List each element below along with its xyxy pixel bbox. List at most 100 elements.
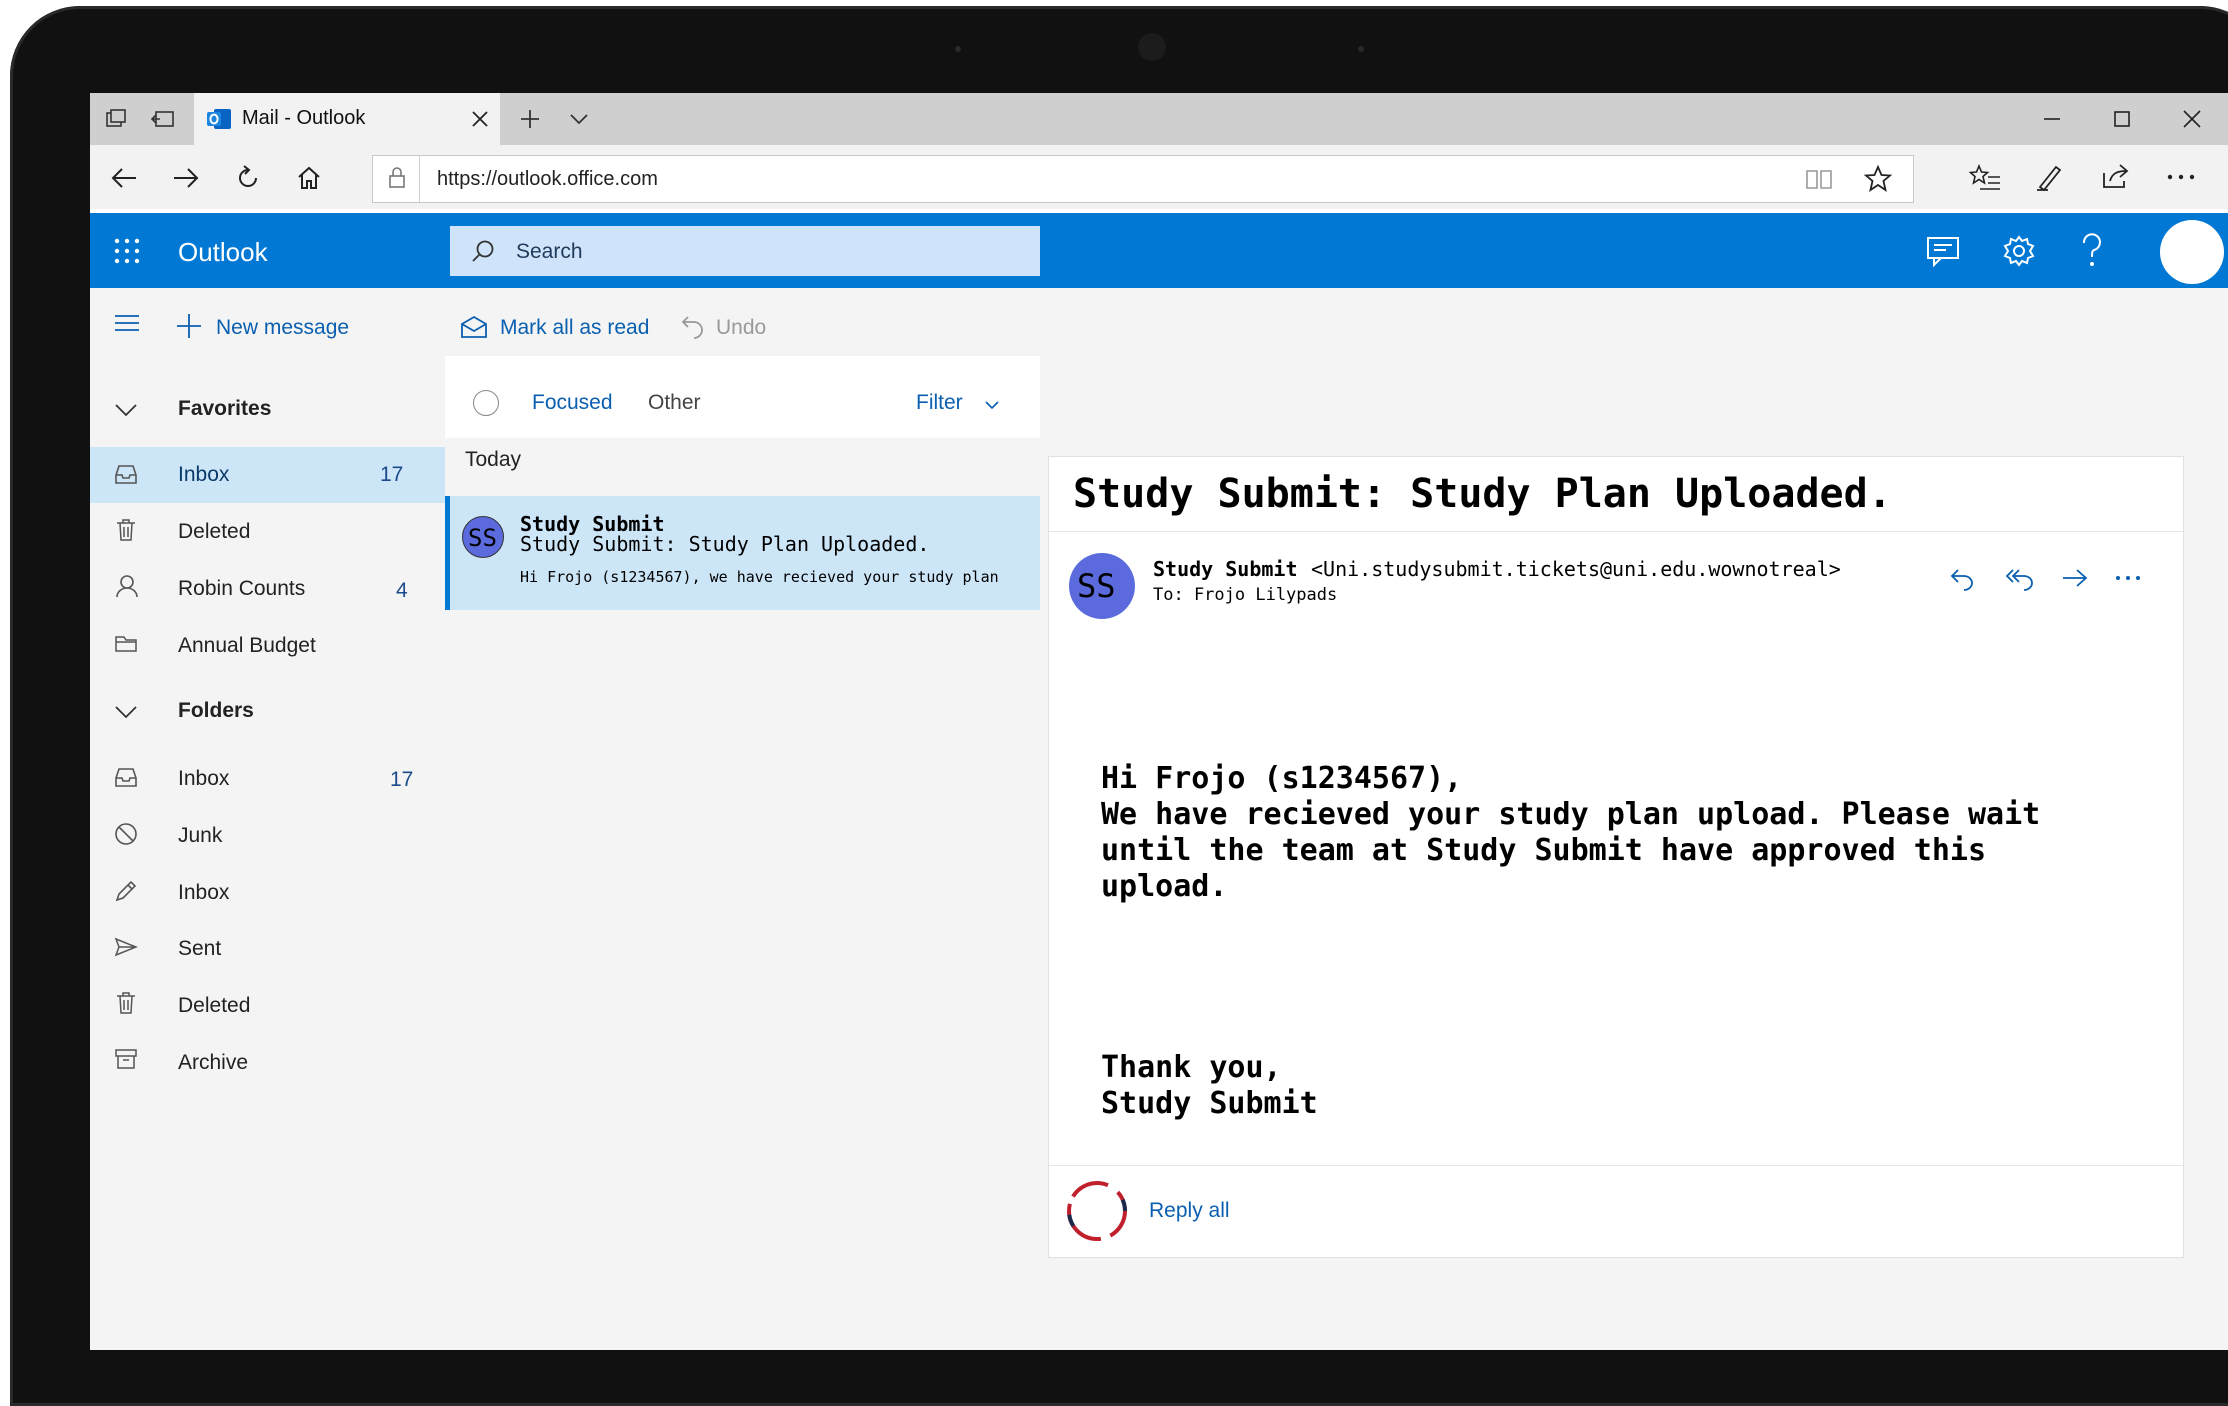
back-icon[interactable]: [110, 165, 138, 191]
nav-item-archive[interactable]: [90, 1031, 445, 1087]
settings-gear-icon[interactable]: [2002, 234, 2036, 268]
refresh-icon[interactable]: [234, 164, 262, 192]
reading-view-icon[interactable]: [1805, 167, 1833, 191]
favorite-star-icon[interactable]: [1863, 164, 1893, 194]
mark-all-read-label: Mark all as read: [500, 316, 650, 339]
tab-set-aside-icon[interactable]: [104, 107, 128, 131]
nav-label: Inbox: [178, 881, 230, 904]
outlook-header: [90, 213, 2228, 288]
sender-avatar-large[interactable]: SS: [1069, 553, 1135, 619]
nav-item-favorite-deleted[interactable]: [90, 503, 445, 559]
nav-item-drafts[interactable]: [90, 863, 445, 919]
nav-label: Inbox: [178, 767, 230, 790]
maximize-icon[interactable]: [2110, 107, 2134, 131]
app-name[interactable]: Outlook: [178, 237, 268, 268]
sensor-left: [955, 46, 961, 52]
favorites-chevron-icon[interactable]: [114, 402, 138, 418]
inbox-icon: [114, 463, 138, 485]
search-placeholder: Search: [516, 240, 583, 263]
from-name[interactable]: Study Submit: [1153, 557, 1298, 581]
body-line: until the team at Study Submit have appr…: [1101, 833, 1987, 868]
chevron-down-icon[interactable]: [568, 109, 590, 129]
minimize-icon[interactable]: [2040, 107, 2064, 131]
favorites-header[interactable]: Favorites: [178, 397, 271, 421]
message-more-icon[interactable]: [2115, 575, 2141, 581]
hamburger-menu-icon[interactable]: [114, 313, 140, 333]
filter-button[interactable]: Filter: [916, 387, 1006, 421]
nav-item-deleted[interactable]: [90, 975, 445, 1031]
filter-label: Filter: [916, 391, 963, 414]
send-icon: [114, 937, 138, 957]
unread-count: 17: [390, 768, 414, 791]
nav-label: Deleted: [178, 994, 251, 1017]
message-preview: Hi Frojo (s1234567), we have recieved yo…: [520, 568, 999, 586]
pen-icon[interactable]: [2034, 161, 2066, 193]
search-input[interactable]: Search: [450, 226, 1040, 276]
reply-all-icon[interactable]: [2005, 565, 2035, 591]
nav-label: Archive: [178, 1051, 249, 1074]
search-icon: [470, 238, 496, 264]
folders-chevron-icon[interactable]: [114, 704, 138, 720]
home-icon[interactable]: [296, 165, 322, 191]
unread-count: 4: [396, 579, 408, 602]
close-tab-icon[interactable]: [470, 109, 490, 129]
reply-icon[interactable]: [1949, 565, 1975, 591]
folder-icon: [114, 633, 138, 653]
close-window-icon[interactable]: [2180, 107, 2204, 131]
forward-icon[interactable]: [172, 165, 200, 191]
share-icon[interactable]: [2100, 161, 2132, 191]
new-tab-icon[interactable]: [518, 107, 542, 131]
trash-icon: [116, 991, 136, 1015]
tab-mail-outlook[interactable]: Mail - Outlook: [194, 93, 500, 145]
message-card: Study Submit: Study Plan Uploaded. SS St…: [1048, 456, 2184, 1258]
message-body: Hi Frojo (s1234567), We have recieved yo…: [1101, 761, 2040, 905]
command-bar: [90, 288, 2228, 356]
nav-label: Robin Counts: [178, 577, 306, 600]
more-icon[interactable]: [2166, 173, 2196, 181]
pencil-icon: [114, 879, 138, 903]
folders-header[interactable]: Folders: [178, 699, 254, 723]
chevron-down-icon: [984, 399, 1000, 411]
undo-button[interactable]: Undo: [680, 307, 790, 347]
address-bar[interactable]: https://outlook.office.com: [372, 155, 1914, 203]
group-header: Today: [445, 438, 1040, 485]
nav-item-sent[interactable]: [90, 919, 445, 975]
message-list-item[interactable]: SS Study Submit Study Submit: Study Plan…: [445, 496, 1040, 610]
nav-label: Sent: [178, 937, 222, 960]
message-subject: Study Submit: Study Plan Uploaded.: [520, 532, 930, 556]
select-all-checkbox[interactable]: [473, 390, 499, 416]
to-line: To: Frojo Lilypads: [1153, 585, 1338, 605]
nav-label: Annual Budget: [178, 634, 316, 657]
reply-all-link[interactable]: Reply all: [1149, 1199, 1230, 1223]
group-label: Today: [465, 448, 522, 471]
inbox-icon: [114, 766, 138, 788]
undo-icon: [680, 313, 706, 339]
envelope-open-icon: [460, 315, 488, 339]
avatar[interactable]: [2160, 220, 2224, 284]
favorites-list-icon[interactable]: [1968, 163, 2002, 193]
lock-icon: [387, 166, 407, 190]
tab-other[interactable]: Other: [648, 391, 701, 415]
message-subject-heading: Study Submit: Study Plan Uploaded.: [1073, 471, 1892, 517]
person-icon: [116, 574, 138, 598]
nav-item-junk[interactable]: [90, 807, 445, 863]
nav-label: Deleted: [178, 520, 251, 543]
help-icon[interactable]: [2080, 233, 2104, 269]
tab-focused[interactable]: Focused: [532, 391, 613, 415]
forward-arrow-icon[interactable]: [2061, 567, 2089, 589]
sensor-right: [1358, 46, 1364, 52]
body-line: We have recieved your study plan upload.…: [1101, 797, 2041, 832]
signoff-line: Study Submit: [1101, 1086, 1318, 1121]
plus-icon: [176, 313, 202, 339]
archive-icon: [114, 1048, 138, 1070]
nav-label: Inbox: [178, 463, 230, 486]
body-line: Hi Frojo (s1234567),: [1101, 761, 1463, 796]
camera: [1138, 33, 1166, 61]
mark-all-read-button[interactable]: Mark all as read: [460, 307, 660, 347]
tab-preview-icon[interactable]: [150, 107, 176, 131]
message-signoff: Thank you, Study Submit: [1101, 1050, 1318, 1122]
feedback-icon[interactable]: [1926, 235, 1960, 267]
block-icon: [114, 822, 138, 846]
app-launcher-icon[interactable]: [114, 238, 140, 264]
tab-title: Mail - Outlook: [242, 107, 366, 129]
